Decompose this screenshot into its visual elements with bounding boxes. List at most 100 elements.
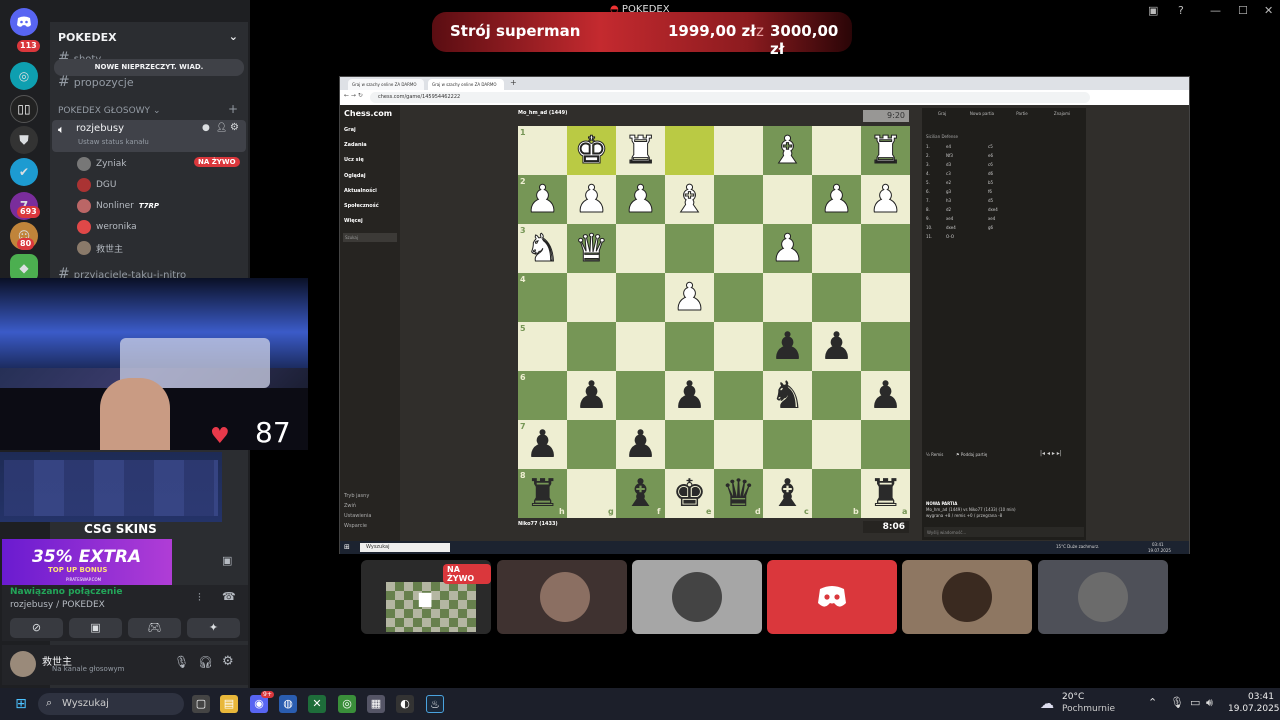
discord-home-icon[interactable] (10, 8, 38, 36)
soundboard-button[interactable]: ✦ (187, 618, 240, 638)
black-knight-icon[interactable]: ♞ (763, 371, 812, 420)
browser-tab[interactable]: Graj w szachy online ZA DARMO (348, 79, 424, 90)
gear-icon[interactable]: ⚙ (222, 654, 234, 669)
noise-icon[interactable]: ⫶ (198, 591, 201, 605)
black-pawn-icon[interactable]: ♟ (812, 322, 861, 371)
board-square[interactable] (714, 273, 763, 322)
tile-stream[interactable]: NA ŻYWO ▆ (361, 560, 491, 634)
move-row[interactable]: 5. e2 b5 (926, 180, 1076, 188)
white-rook-icon[interactable]: ♜ (616, 126, 665, 175)
move-nav-icons[interactable]: |◂ ◂ ▸ ▸| (1040, 450, 1062, 457)
board-square[interactable] (665, 224, 714, 273)
tab-new-game[interactable]: Nowa partia (962, 111, 1002, 116)
tile-user[interactable] (632, 560, 762, 634)
move-row[interactable]: 6. g3 f6 (926, 189, 1076, 197)
nav-social[interactable]: Społeczność (344, 203, 379, 209)
board-square[interactable] (714, 371, 763, 420)
draw-button[interactable]: ½ Remis (926, 452, 943, 457)
maximize-icon[interactable]: ☐ (1238, 4, 1248, 17)
voice-user[interactable]: 救世主 (77, 241, 123, 255)
nav-collapse[interactable]: Zwiń (344, 503, 356, 509)
gear-icon[interactable]: ⚙ (230, 122, 239, 133)
connection-channel[interactable]: rozjebusy / POKEDEX (10, 600, 105, 610)
tile-user[interactable] (497, 560, 627, 634)
board-square[interactable] (665, 420, 714, 469)
windows-start-icon[interactable]: ⊞ (12, 695, 30, 713)
board-square[interactable] (812, 224, 861, 273)
nav-settings[interactable]: Ustawienia (344, 513, 371, 519)
tile-user[interactable] (902, 560, 1032, 634)
network-icon[interactable]: ▭ (1190, 696, 1200, 709)
voice-user[interactable]: DGU (77, 178, 117, 192)
resign-button[interactable]: ⚑ Poddaj partię (956, 452, 987, 457)
white-pawn-icon[interactable]: ♟ (763, 224, 812, 273)
voice-category[interactable]: POKEDEX GŁOSOWY ⌄ (58, 106, 160, 116)
add-user-icon[interactable]: 👤︎ (216, 123, 227, 133)
move-row[interactable]: 3. d3 c6 (926, 162, 1076, 170)
activity-button[interactable]: 🎮︎ (128, 618, 181, 638)
board-square[interactable] (763, 175, 812, 224)
minimize-icon[interactable]: — (1210, 4, 1221, 17)
move-row[interactable]: 1. e4 c5 (926, 144, 1076, 152)
board-square[interactable] (812, 420, 861, 469)
board-square[interactable] (763, 420, 812, 469)
temperature[interactable]: 20°C (1062, 692, 1084, 702)
avatar[interactable] (10, 651, 36, 677)
player-top[interactable]: Mo_hm_ad (1449) (518, 110, 567, 116)
white-bishop-icon[interactable]: ♝ (763, 126, 812, 175)
board-square[interactable] (861, 224, 910, 273)
screen-icon[interactable]: ▣ (222, 554, 232, 567)
board-square[interactable] (861, 273, 910, 322)
voice-user[interactable]: Zyniak (77, 157, 126, 171)
move-row[interactable]: 7. h3 d5 (926, 198, 1076, 206)
board-square[interactable] (763, 273, 812, 322)
task-view-icon[interactable]: ▢ (192, 695, 210, 713)
clock-time[interactable]: 03:41 (1248, 692, 1274, 702)
black-pawn-icon[interactable]: ♟ (763, 322, 812, 371)
xbox-icon[interactable]: ✕ (308, 695, 326, 713)
server-icon[interactable]: ✔ (10, 158, 38, 186)
channel-item[interactable]: # propozycje (58, 74, 134, 90)
screen-share-icon[interactable]: ▣ (1148, 4, 1158, 17)
board-square[interactable] (714, 175, 763, 224)
nav-play[interactable]: Graj (344, 127, 356, 133)
move-row[interactable]: 8. d2 dxe4 (926, 207, 1076, 215)
white-pawn-icon[interactable]: ♟ (861, 175, 910, 224)
calculator-icon[interactable]: ▦ (367, 695, 385, 713)
volume-icon[interactable]: 🔊︎ (1206, 696, 1213, 710)
move-row[interactable]: 11. O-O (926, 234, 1076, 242)
board-square[interactable] (665, 322, 714, 371)
nav-learn[interactable]: Ucz się (344, 157, 364, 163)
board-square[interactable] (812, 273, 861, 322)
server-icon[interactable]: ◎ (10, 62, 38, 90)
tab-friends[interactable]: Znajomi (1042, 111, 1082, 116)
microphone-icon[interactable]: 🎙︎ (174, 655, 189, 669)
windows-icon[interactable]: ⊞ (344, 543, 350, 551)
white-bishop-icon[interactable]: ♝ (665, 175, 714, 224)
board-square[interactable] (616, 371, 665, 420)
black-pawn-icon[interactable]: ♟ (616, 420, 665, 469)
nav-news[interactable]: Aktualności (344, 188, 377, 194)
inner-search[interactable]: Wyszukaj (360, 543, 450, 552)
file-explorer-icon[interactable]: ▤ (220, 695, 238, 713)
tile-user[interactable] (1038, 560, 1168, 634)
help-icon[interactable]: ? (1178, 4, 1184, 17)
white-king-icon[interactable]: ♚ (567, 126, 616, 175)
tab-games[interactable]: Partie (1002, 111, 1042, 116)
chat-icon[interactable]: ● (202, 123, 210, 133)
board-square[interactable] (812, 371, 861, 420)
nav-watch[interactable]: Oglądaj (344, 173, 366, 179)
chess-search-input[interactable]: Szukaj (343, 233, 397, 242)
voice-channel-item[interactable]: 🔈︎ rozjebusy Ustaw status kanału ● 👤︎ ⚙ (52, 120, 246, 152)
white-pawn-icon[interactable]: ♟ (616, 175, 665, 224)
taskbar-search[interactable]: ⌕ Wyszukaj (38, 693, 184, 715)
close-icon[interactable]: ✕ (1264, 4, 1273, 17)
board-square[interactable] (567, 322, 616, 371)
clock-date[interactable]: 19.07.2025 (1228, 704, 1280, 714)
steam-icon[interactable]: ♨ (426, 695, 444, 713)
chat-input[interactable]: Wyślij wiadomość... (924, 527, 1084, 537)
chess-board[interactable]: ♚ ♜ ♝ ♜ ♟ ♟ ♟ ♝ ♟ ♟ ♞ ♛ ♟ ♟ ♟ ♟ ♟ ♟ ♞ ♟ ♟ ♟ ♜ ♝ ♚ ♛ ♝ ♜ 1 2 3 4 5 6 7 8 h g f e… (518, 126, 910, 518)
board-square[interactable] (714, 420, 763, 469)
board-square[interactable] (714, 322, 763, 371)
move-row[interactable]: 9. xe4 xe4 (926, 216, 1076, 224)
